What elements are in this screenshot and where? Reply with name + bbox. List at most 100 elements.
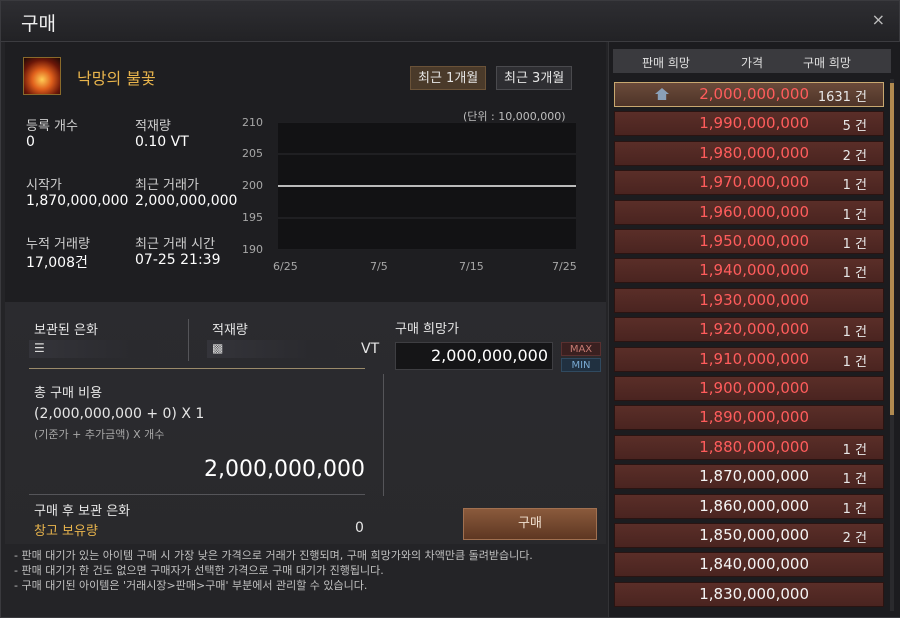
order-price: 1,880,000,000: [699, 437, 809, 456]
order-price: 1,930,000,000: [699, 290, 809, 309]
max-button[interactable]: MAX: [561, 342, 601, 356]
title-bar[interactable]: 구매 ×: [1, 1, 899, 42]
order-row[interactable]: 1,870,000,000 1 건: [614, 464, 884, 490]
order-price: 1,980,000,000: [699, 143, 809, 162]
order-price: 1,970,000,000: [699, 173, 809, 192]
order-price: 2,000,000,000: [699, 85, 809, 103]
y-tick-200: 200: [242, 179, 263, 192]
window-title: 구매: [21, 13, 56, 35]
order-row[interactable]: 1,960,000,000 1 건: [614, 199, 884, 225]
flame-icon: [23, 57, 61, 95]
close-icon[interactable]: ×: [872, 10, 885, 29]
cumulative-volume-value: 17,008건: [26, 255, 88, 271]
order-row[interactable]: 1,980,000,000 2 건: [614, 140, 884, 166]
y-tick-205: 205: [242, 147, 263, 160]
price-chart: [278, 122, 576, 250]
min-button[interactable]: MIN: [561, 358, 601, 372]
order-price: 1,900,000,000: [699, 379, 809, 397]
order-count: 5 건: [842, 119, 867, 135]
order-price: 1,860,000,000: [699, 496, 809, 515]
start-price-label: 시작가: [26, 178, 62, 193]
header-buy: 구매 희망: [803, 56, 851, 70]
order-price: 1,850,000,000: [699, 526, 809, 544]
order-row[interactable]: 1,860,000,000 1 건: [614, 493, 884, 519]
coin-stack-icon: ☰: [34, 341, 45, 355]
stock-label: 적재량: [135, 119, 171, 134]
order-count: 2 건: [842, 531, 867, 546]
stored-silver-label: 보관된 은화: [34, 323, 98, 338]
order-row[interactable]: 1,880,000,000 1 건: [614, 434, 884, 460]
note-2: - 판매 대기가 한 건도 없으면 구매자가 선택한 가격으로 구매 대기가 진…: [14, 564, 384, 577]
stored-silver-field: [29, 340, 179, 358]
y-tick-195: 195: [242, 211, 263, 224]
registered-count-value: 0: [26, 134, 35, 150]
recent-time-value: 07-25 21:39: [135, 252, 221, 268]
desired-price-label: 구매 희망가: [395, 322, 459, 337]
header-price: 가격: [741, 56, 764, 70]
gold-divider: [29, 368, 365, 369]
order-row[interactable]: 1,910,000,000 1 건: [614, 346, 884, 372]
desired-price-input[interactable]: 2,000,000,000: [395, 342, 553, 370]
home-icon: [655, 88, 669, 100]
order-count: 2 건: [842, 148, 867, 164]
cost-formula-hint: (기준가 + 추가금액) X 개수: [34, 428, 165, 441]
order-price: 1,940,000,000: [699, 261, 809, 280]
cumulative-volume-label: 누적 거래량: [26, 237, 90, 252]
order-row[interactable]: 1,970,000,000 1 건: [614, 170, 884, 196]
order-count: 1 건: [842, 442, 867, 458]
item-name: 낙망의 불꽃: [77, 69, 156, 88]
recent-price-value: 2,000,000,000: [135, 193, 238, 209]
order-price: 1,830,000,000: [699, 584, 809, 603]
note-1: - 판매 대기가 있는 아이템 구매 시 가장 낮은 가격으로 거래가 진행되며…: [14, 549, 533, 562]
buy-button[interactable]: 구매: [463, 508, 597, 540]
order-row[interactable]: 1,950,000,000 1 건: [614, 229, 884, 254]
order-count: 1 건: [842, 207, 867, 223]
order-row[interactable]: 1,840,000,000: [614, 552, 884, 578]
warehouse-value: 0: [355, 520, 364, 536]
recent-price-label: 최근 거래가: [135, 178, 199, 193]
order-row[interactable]: 1,940,000,000 1 건: [614, 258, 884, 284]
order-count: 1 건: [842, 266, 867, 282]
order-count: 1 건: [842, 354, 867, 370]
cost-formula: (2,000,000,000 + 0) X 1: [34, 406, 205, 422]
order-row[interactable]: 1,990,000,000 5 건: [614, 111, 884, 137]
after-purchase-silver-label: 구매 후 보관 은화: [34, 504, 131, 519]
period-3-month-button[interactable]: 최근 3개월: [496, 66, 573, 90]
order-row[interactable]: 2,000,000,000 1631 건: [614, 82, 884, 107]
form-divider: [383, 374, 384, 496]
order-row[interactable]: 1,920,000,000 1 건: [614, 317, 884, 343]
notes: - 판매 대기가 있는 아이템 구매 시 가장 낮은 가격으로 거래가 진행되며…: [14, 549, 602, 594]
order-price: 1,920,000,000: [699, 320, 809, 339]
x-tick-7-5: 7/5: [370, 260, 388, 273]
header-sell: 판매 희망: [642, 56, 690, 70]
order-row[interactable]: 1,900,000,000: [614, 376, 884, 401]
order-price: 1,870,000,000: [699, 467, 809, 486]
order-row[interactable]: 1,830,000,000: [614, 581, 884, 607]
weight-icon: ▩: [212, 341, 224, 355]
order-price: 1,950,000,000: [699, 232, 809, 250]
x-tick-7-25: 7/25: [552, 260, 577, 273]
stock-value: 0.10 VT: [135, 134, 189, 150]
purchase-window: 구매 × 낙망의 불꽃 최근 1개월 최근 3개월 등록 개수 0 적재량 0.…: [0, 0, 900, 618]
wallet-divider: [188, 319, 189, 361]
order-count: 1 건: [842, 325, 867, 341]
order-row[interactable]: 1,890,000,000: [614, 405, 884, 431]
start-price-value: 1,870,000,000: [26, 193, 129, 209]
x-tick-7-15: 7/15: [459, 260, 484, 273]
order-count: 1631 건: [817, 90, 867, 105]
order-price: 1,840,000,000: [699, 555, 809, 574]
weight-label: 적재량: [212, 323, 248, 338]
recent-time-label: 최근 거래 시간: [135, 237, 216, 252]
order-row[interactable]: 1,850,000,000 2 건: [614, 523, 884, 548]
order-price: 1,960,000,000: [699, 202, 809, 221]
order-row[interactable]: 1,930,000,000: [614, 287, 884, 313]
order-count: 1 건: [842, 178, 867, 194]
x-tick-6-25: 6/25: [273, 260, 298, 273]
total-cost-value: 2,000,000,000: [204, 457, 365, 482]
weight-unit: VT: [361, 341, 380, 357]
period-1-month-button[interactable]: 최근 1개월: [410, 66, 487, 90]
order-price: 1,990,000,000: [699, 114, 809, 133]
scrollbar-thumb[interactable]: [890, 83, 894, 415]
warehouse-label: 창고 보유량: [34, 524, 98, 539]
order-count: 1 건: [842, 472, 867, 488]
